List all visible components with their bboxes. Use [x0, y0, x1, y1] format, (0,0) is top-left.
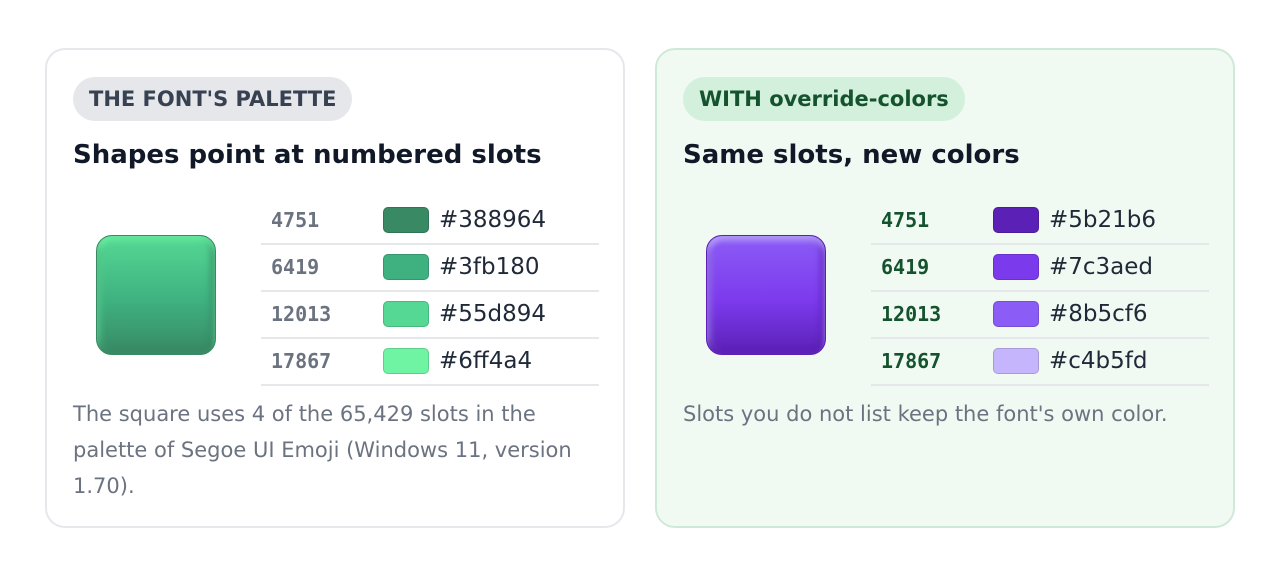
- emoji-square-preview: [706, 235, 826, 355]
- card-title: Same slots, new colors: [683, 140, 1020, 170]
- hex-value: #6ff4a4: [439, 348, 533, 374]
- card-badge: WITH override-colors: [683, 77, 965, 121]
- hex-value: #5b21b6: [1049, 207, 1157, 233]
- color-swatch: [993, 207, 1039, 233]
- palette-slot-row: 4751 #5b21b6: [871, 198, 1209, 245]
- slot-number: 4751: [881, 208, 930, 232]
- override-colors-card: WITH override-colors Same slots, new col…: [655, 48, 1235, 528]
- card-title: Shapes point at numbered slots: [73, 140, 542, 170]
- palette-slot-row: 17867 #c4b5fd: [871, 339, 1209, 386]
- slot-number: 6419: [881, 255, 930, 279]
- color-swatch: [383, 254, 429, 280]
- slot-number: 6419: [271, 255, 320, 279]
- palette-slot-row: 6419 #3fb180: [261, 245, 599, 292]
- slot-number: 12013: [881, 302, 942, 326]
- palette-slot-row: 4751 #388964: [261, 198, 599, 245]
- hex-value: #388964: [439, 207, 547, 233]
- color-swatch: [383, 301, 429, 327]
- slot-number: 17867: [271, 349, 332, 373]
- card-caption: The square uses 4 of the 65,429 slots in…: [73, 402, 572, 498]
- slot-number: 4751: [271, 208, 320, 232]
- card-caption: Slots you do not list keep the font's ow…: [683, 402, 1168, 426]
- font-palette-card: THE FONT'S PALETTE Shapes point at numbe…: [45, 48, 625, 528]
- hex-value: #c4b5fd: [1049, 348, 1148, 374]
- color-swatch: [383, 348, 429, 374]
- palette-slot-row: 6419 #7c3aed: [871, 245, 1209, 292]
- slot-number: 12013: [271, 302, 332, 326]
- color-swatch: [993, 348, 1039, 374]
- color-swatch: [993, 301, 1039, 327]
- hex-value: #8b5cf6: [1049, 301, 1148, 327]
- color-swatch: [993, 254, 1039, 280]
- slot-number: 17867: [881, 349, 942, 373]
- palette-slot-row: 17867 #6ff4a4: [261, 339, 599, 386]
- hex-value: #7c3aed: [1049, 254, 1154, 280]
- color-swatch: [383, 207, 429, 233]
- hex-value: #3fb180: [439, 254, 540, 280]
- card-badge: THE FONT'S PALETTE: [73, 77, 353, 121]
- emoji-square-preview: [96, 235, 216, 355]
- palette-slot-table: 4751 #5b21b6 6419 #7c3aed 12013 #8b5cf6 …: [871, 198, 1209, 386]
- palette-slot-row: 12013 #55d894: [261, 292, 599, 339]
- hex-value: #55d894: [439, 301, 547, 327]
- palette-slot-table: 4751 #388964 6419 #3fb180 12013 #55d894 …: [261, 198, 599, 386]
- palette-slot-row: 12013 #8b5cf6: [871, 292, 1209, 339]
